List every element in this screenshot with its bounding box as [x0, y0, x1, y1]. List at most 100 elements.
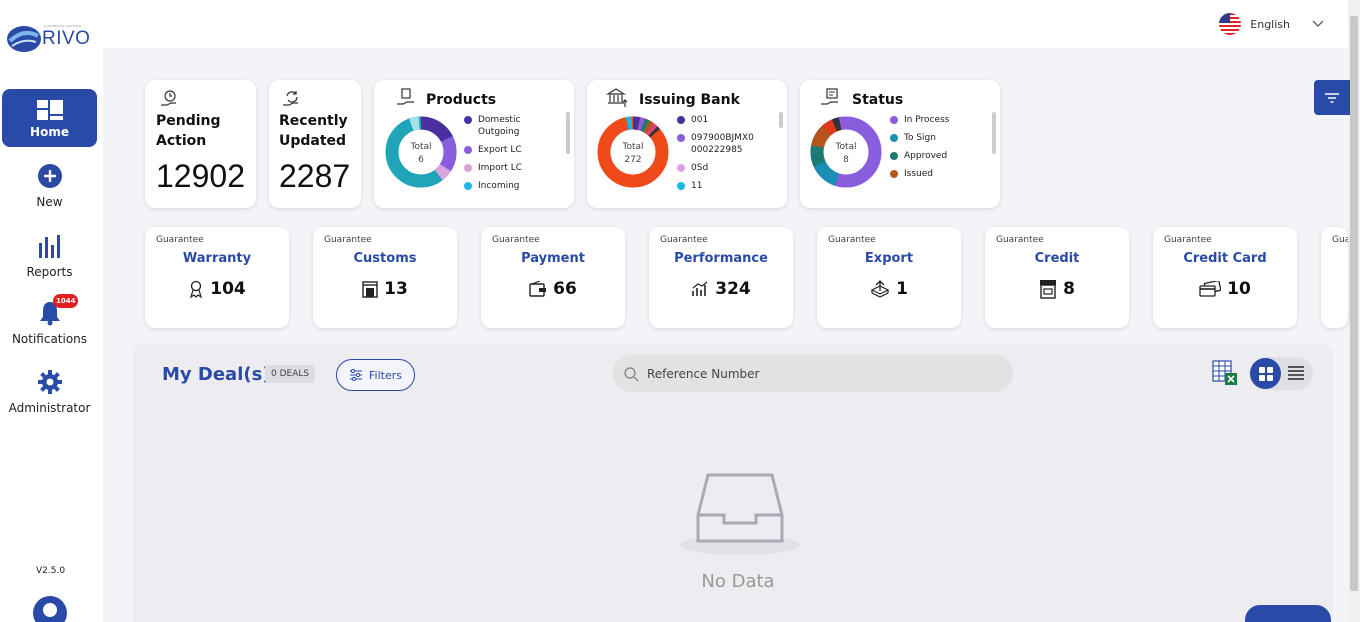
- legend-scrollbar[interactable]: [779, 112, 783, 128]
- products-chart-card[interactable]: Products Total 6 Domestic Outgoing Expor…: [374, 80, 574, 208]
- guarantee-card-credit[interactable]: Guarantee Credit 8: [985, 227, 1129, 328]
- legend-item[interactable]: Export LC: [464, 144, 544, 156]
- legend-dot: [890, 134, 898, 142]
- bar-chart-icon: [38, 235, 60, 258]
- guarantee-count: 13: [384, 279, 408, 299]
- filter-panel-button[interactable]: [1314, 80, 1350, 115]
- legend-item[interactable]: 11: [677, 180, 757, 190]
- reference-search: [613, 355, 1013, 392]
- chart-title: Products: [426, 92, 497, 108]
- scrollbar-thumb[interactable]: [1350, 16, 1358, 591]
- legend-item[interactable]: In Process: [890, 114, 970, 126]
- guarantee-card-customs[interactable]: Guarantee Customs 13: [313, 227, 457, 328]
- gear-icon: [37, 370, 62, 394]
- products-donut-chart[interactable]: Total 6: [385, 116, 457, 188]
- filter-lines-icon: [1325, 92, 1339, 103]
- chart-legend: Domestic Outgoing Export LC Import LC In…: [464, 114, 544, 190]
- chevron-down-icon: [1312, 20, 1324, 28]
- status-donut-chart[interactable]: Total 8: [810, 116, 882, 188]
- sidebar-item-reports[interactable]: Reports: [2, 233, 97, 279]
- plus-circle-icon: [37, 164, 62, 188]
- help-chat-button[interactable]: [1245, 605, 1331, 622]
- guarantee-card-partial[interactable]: Gua: [1321, 227, 1348, 328]
- sidebar-item-home[interactable]: Home: [2, 89, 97, 147]
- legend-label: Incoming: [478, 181, 520, 190]
- legend-item[interactable]: Import LC: [464, 162, 544, 174]
- card-title-line2: Updated: [279, 133, 347, 149]
- legend-label: Import LC: [478, 163, 523, 173]
- refresh-hand-icon: [283, 91, 298, 106]
- wallet-icon: [529, 281, 547, 297]
- filters-button[interactable]: Filters: [336, 359, 415, 391]
- legend-dot: [464, 164, 472, 172]
- guarantee-card-payment[interactable]: Guarantee Payment 66: [481, 227, 625, 328]
- card-title-line1: Recently: [279, 113, 348, 129]
- clock-hand-icon: [161, 90, 176, 106]
- grid-view-button[interactable]: [1250, 358, 1281, 389]
- guarantee-name: Credit: [1034, 251, 1080, 266]
- guarantee-card-performance[interactable]: Guarantee Performance 324: [649, 227, 793, 328]
- guarantee-name: Performance: [674, 251, 768, 266]
- guarantee-count: 1: [896, 279, 908, 299]
- donut-total-value: 6: [418, 155, 424, 165]
- legend-label: In Process: [904, 115, 950, 125]
- legend-item[interactable]: Domestic Outgoing: [464, 114, 544, 138]
- donut-total-label: Total: [621, 142, 643, 152]
- pending-action-card[interactable]: Pending Action 12902: [145, 80, 256, 208]
- guarantee-card-warranty[interactable]: Guarantee Warranty 104: [145, 227, 289, 328]
- legend-item[interactable]: To Sign: [890, 132, 970, 144]
- legend-item[interactable]: 001: [677, 114, 757, 126]
- view-toggle: [1249, 357, 1313, 390]
- legend-scrollbar[interactable]: [566, 112, 570, 154]
- legend-item[interactable]: 0Sd: [677, 162, 757, 174]
- user-avatar[interactable]: [33, 596, 67, 622]
- guarantee-label: Guarantee: [660, 235, 708, 245]
- legend-item[interactable]: Incoming: [464, 180, 544, 190]
- guarantee-count: 8: [1063, 279, 1075, 299]
- us-flag-icon: [1219, 13, 1242, 35]
- guarantee-count: 66: [553, 279, 577, 299]
- home-grid-icon: [36, 100, 63, 120]
- export-box-icon: [870, 280, 890, 298]
- legend-item[interactable]: Issued: [890, 168, 970, 180]
- guarantee-card-export[interactable]: Guarantee Export 1: [817, 227, 961, 328]
- legend-label: 001: [691, 115, 709, 125]
- issuing-bank-donut-chart[interactable]: Total 272: [597, 116, 669, 188]
- reference-number-input[interactable]: [647, 366, 987, 381]
- legend-label: To Sign: [904, 133, 936, 143]
- export-excel-button[interactable]: [1211, 359, 1239, 391]
- ribbon-icon: [190, 280, 203, 298]
- filters-label: Filters: [369, 368, 402, 382]
- sidebar-item-new[interactable]: New: [2, 163, 97, 209]
- deals-title: My Deal(s): [162, 364, 271, 385]
- chart-legend: 001 097900BJMX0000222985 0Sd 11: [677, 114, 757, 190]
- list-icon: [1288, 366, 1304, 380]
- sidebar-item-administrator[interactable]: Administrator: [2, 369, 97, 415]
- credit-card-icon: [1199, 281, 1222, 297]
- legend-label: 0Sd: [691, 163, 709, 173]
- sidebar-item-notifications[interactable]: 1044 Notifications: [2, 294, 97, 346]
- app-logo[interactable]: RIVO: [6, 24, 90, 54]
- issuing-bank-chart-card[interactable]: Issuing Bank Total 272 001 097900BJMX000…: [587, 80, 787, 208]
- chart-title: Issuing Bank: [639, 92, 740, 108]
- legend-dot: [464, 182, 472, 190]
- sidebar-item-label: Reports: [26, 265, 73, 279]
- status-chart-card[interactable]: Status Total 8 In Process To Sign Approv…: [800, 80, 1000, 208]
- legend-label: Domestic Outgoing: [478, 115, 521, 137]
- legend-item[interactable]: Approved: [890, 150, 970, 162]
- recently-updated-card[interactable]: Recently Updated 2287: [269, 80, 361, 208]
- language-selector[interactable]: English: [1218, 12, 1326, 36]
- logo-tagline: A SILVERLAKE SOLUTION: [44, 24, 82, 28]
- sidebar-item-label: Notifications: [11, 332, 88, 346]
- list-view-button[interactable]: [1287, 365, 1305, 385]
- language-label: English: [1250, 17, 1290, 31]
- legend-item[interactable]: 097900BJMX0000222985: [677, 132, 757, 156]
- products-icon: [397, 88, 414, 105]
- rivo-logo-icon: [6, 24, 42, 54]
- excel-icon: [1212, 360, 1237, 385]
- guarantee-card-credit-card[interactable]: Guarantee Credit Card 10: [1153, 227, 1297, 328]
- legend-scrollbar[interactable]: [992, 112, 996, 154]
- legend-dot: [890, 152, 898, 160]
- guarantee-label: Guarantee: [492, 235, 540, 245]
- bank-icon: [606, 88, 628, 107]
